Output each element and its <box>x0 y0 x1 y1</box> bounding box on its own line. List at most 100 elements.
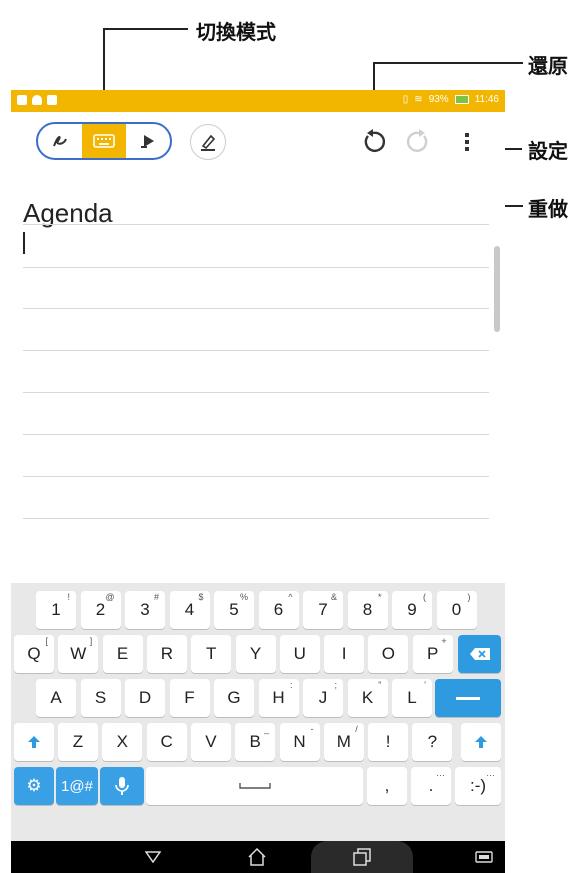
navigation-bar <box>11 841 505 873</box>
key-u[interactable]: U <box>279 635 320 673</box>
key-8[interactable]: 8 * <box>347 591 388 629</box>
key-a[interactable]: A <box>36 679 76 717</box>
undo-icon <box>364 129 386 152</box>
key-y[interactable]: Y <box>235 635 276 673</box>
space-bar-icon <box>238 783 271 789</box>
key-s[interactable]: S <box>80 679 121 717</box>
text-cursor <box>23 232 25 254</box>
tablet-screen: ▯ ≋ 93% 11:46 Agenda 1 ! 2 @ 3 # 4 $ 5 %… <box>11 90 505 873</box>
settings-key[interactable]: ⚙ <box>14 767 54 805</box>
key-6[interactable]: 6 ^ <box>258 591 299 629</box>
symbols-key-label: 1@# <box>61 777 93 795</box>
key-label: E <box>116 644 129 663</box>
voice-input-key[interactable] <box>100 767 144 805</box>
ruled-line <box>23 392 489 393</box>
key-label: 2 <box>95 600 106 619</box>
key-label: ! <box>385 732 391 751</box>
highlighter-mode-button[interactable] <box>126 124 170 158</box>
keyboard-switch-button[interactable] <box>473 847 495 867</box>
back-button[interactable] <box>142 847 164 867</box>
key-5[interactable]: 5% <box>214 591 254 629</box>
key-t[interactable]: T <box>191 635 232 673</box>
key-label: F <box>184 688 195 707</box>
undo-button[interactable] <box>359 128 387 156</box>
key-label: 8 <box>362 600 373 619</box>
scrollbar[interactable] <box>494 246 500 332</box>
key-9[interactable]: 9( <box>392 591 432 629</box>
key-label: P <box>427 644 439 663</box>
redo-button[interactable] <box>405 128 433 156</box>
settings-menu-button[interactable] <box>453 128 481 156</box>
key-n[interactable]: N- <box>279 723 320 761</box>
toolbar <box>11 112 505 176</box>
callout-redo: 重做 <box>528 197 568 221</box>
backspace-key[interactable] <box>458 635 501 673</box>
key-7[interactable]: 7 & <box>303 591 343 629</box>
key-label: Q <box>27 644 41 663</box>
key-label: K <box>361 688 374 707</box>
key-k[interactable]: K " <box>347 679 388 717</box>
key-2[interactable]: 2 @ <box>80 591 121 629</box>
shift-key-right[interactable] <box>461 723 501 761</box>
key-q[interactable]: Q[ <box>14 635 54 673</box>
shift-key-left[interactable] <box>14 723 54 761</box>
key-label: M <box>336 732 351 751</box>
ruled-line <box>23 224 489 225</box>
shift-arrow-icon <box>28 736 40 748</box>
key-i[interactable]: I <box>324 635 365 673</box>
key-p[interactable]: P + <box>412 635 453 673</box>
key-m[interactable]: M / <box>323 723 364 761</box>
key-label: A <box>50 688 62 707</box>
key-g[interactable]: G <box>214 679 254 717</box>
period-key-label: . <box>428 776 434 795</box>
key-0[interactable]: 0) <box>436 591 477 629</box>
clipboard-icon <box>47 95 57 105</box>
key-secondary-label: ^ <box>288 592 293 602</box>
clock: 11:46 <box>474 94 499 105</box>
key-c[interactable]: C <box>146 723 187 761</box>
key-l[interactable]: L ' <box>392 679 432 717</box>
key-j[interactable]: J; <box>303 679 343 717</box>
space-key[interactable] <box>146 767 363 805</box>
key-e[interactable]: E <box>102 635 143 673</box>
keyboard-small-icon <box>475 851 493 863</box>
key-r[interactable]: R <box>146 635 187 673</box>
emoticon-key[interactable]: :-) … <box>455 767 501 805</box>
ruled-line <box>23 434 489 435</box>
ruled-line <box>23 476 489 477</box>
key-x[interactable]: X <box>102 723 143 761</box>
symbols-key[interactable]: 1@# <box>56 767 98 805</box>
ruled-line <box>23 267 489 268</box>
key-w[interactable]: W] <box>58 635 99 673</box>
period-key[interactable]: . … <box>411 767 451 805</box>
period-key-sub: … <box>436 768 445 778</box>
handwriting-mode-button[interactable] <box>38 124 82 158</box>
key-v[interactable]: V <box>190 723 231 761</box>
key-z[interactable]: Z <box>58 723 98 761</box>
key-d[interactable]: D <box>125 679 165 717</box>
key-1[interactable]: 1! <box>36 591 76 629</box>
key-h[interactable]: H: <box>258 679 299 717</box>
comma-key[interactable]: , <box>367 767 407 805</box>
ruled-line <box>23 518 489 519</box>
key-4[interactable]: 4 $ <box>169 591 210 629</box>
key-secondary-label: ( <box>423 592 426 602</box>
key-label: G <box>227 688 241 707</box>
recent-apps-button[interactable] <box>351 847 373 867</box>
keyboard-mode-button[interactable] <box>82 124 126 158</box>
keyboard-row-qwerty: Q[W] E R T Y U I O P + <box>11 635 505 675</box>
enter-key[interactable] <box>435 679 501 717</box>
key-secondary-label: [ <box>45 636 48 646</box>
callout-settings: 設定 <box>528 139 568 163</box>
key-label: T <box>205 644 217 663</box>
key-o[interactable]: O <box>368 635 409 673</box>
key-sym[interactable]: ! <box>368 723 409 761</box>
home-button[interactable] <box>246 847 268 867</box>
pen-style-button[interactable] <box>190 124 226 160</box>
key-sym[interactable]: ? <box>412 723 453 761</box>
keyboard-row-asdf: A S D F G H: J; K " L ' <box>11 679 505 719</box>
key-b[interactable]: B _ <box>235 723 276 761</box>
key-f[interactable]: F <box>169 679 210 717</box>
note-editor[interactable]: Agenda <box>11 176 505 576</box>
key-3[interactable]: 3 # <box>125 591 165 629</box>
